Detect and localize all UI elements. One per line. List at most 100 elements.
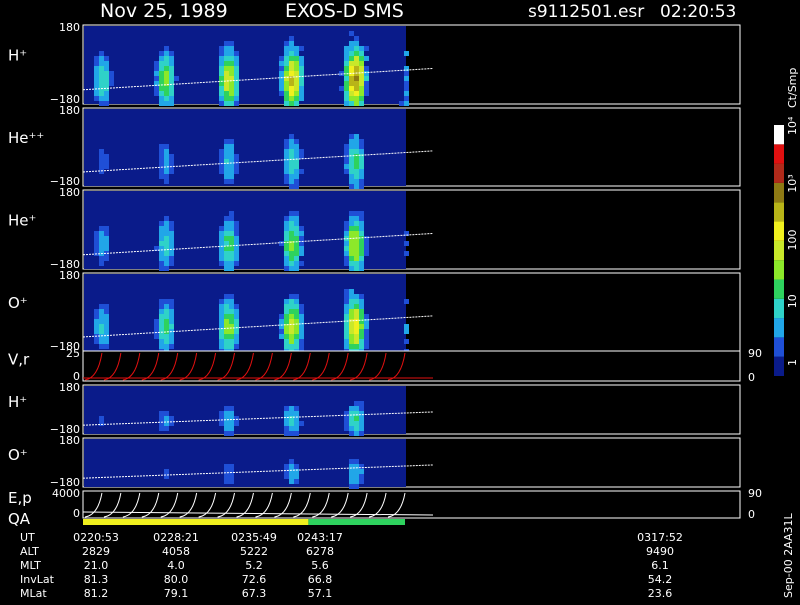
- spectrogram-cell: [354, 256, 359, 261]
- spectrogram-cell: [359, 226, 364, 231]
- spectrogram-cell: [359, 304, 364, 309]
- spectrogram-cell: [349, 216, 354, 221]
- spectrogram-cell: [164, 304, 169, 309]
- spectrogram-cell: [219, 46, 224, 51]
- spectrogram-cell: [289, 246, 294, 251]
- spectrogram-cell: [99, 324, 104, 329]
- spectrogram-cell: [344, 81, 349, 86]
- spectrogram-cell: [234, 416, 239, 421]
- spectrogram-cell: [344, 339, 349, 344]
- spectrogram-cell: [359, 411, 364, 416]
- spectrogram-cell: [284, 314, 289, 319]
- spectrogram-cell: [404, 241, 409, 246]
- spectrogram-cell: [359, 479, 364, 484]
- spectrogram-cell: [234, 304, 239, 309]
- spectrogram-cell: [219, 411, 224, 416]
- spectrogram-cell: [284, 246, 289, 251]
- spectrogram-cell: [294, 101, 299, 106]
- spectrogram-cell: [94, 66, 99, 71]
- panel-4: O⁺180−180: [8, 269, 741, 354]
- spectrogram-cell: [354, 91, 359, 96]
- spectrogram-cell: [219, 231, 224, 236]
- spectrogram-cell: [159, 91, 164, 96]
- spectrogram-cell: [229, 426, 234, 431]
- spectrogram-cell: [289, 459, 294, 464]
- spectrogram-cell: [349, 256, 354, 261]
- spectrogram-cell: [364, 86, 369, 91]
- spectrogram-cell: [349, 169, 354, 174]
- spectrogram-cell: [229, 231, 234, 236]
- spectrogram-cell: [344, 324, 349, 329]
- spectrogram-cell: [349, 469, 354, 474]
- spectrogram-cell: [164, 174, 169, 179]
- spectrogram-cell: [354, 246, 359, 251]
- spectrogram-cell: [289, 211, 294, 216]
- spectrogram-cell: [359, 159, 364, 164]
- panel-label: E,p: [8, 489, 32, 507]
- spectrogram-cell: [289, 319, 294, 324]
- spectrogram-cell: [299, 91, 304, 96]
- spectrogram-cell: [344, 421, 349, 426]
- spectrogram-cell: [164, 344, 169, 349]
- spectrogram-cell: [284, 101, 289, 106]
- spectrogram-cell: [234, 309, 239, 314]
- spectrogram-cell: [359, 56, 364, 61]
- spectrogram-cell: [219, 91, 224, 96]
- spectrogram-cell: [164, 51, 169, 56]
- table-cell: 4.0: [167, 559, 185, 572]
- spectrogram-cell: [234, 246, 239, 251]
- spectrogram-cell: [294, 329, 299, 334]
- spectrogram-cell: [159, 324, 164, 329]
- spectrogram-cell: [359, 169, 364, 174]
- spectrogram-cell: [349, 221, 354, 226]
- spectrogram-cell: [349, 294, 354, 299]
- spectrogram-cell: [349, 149, 354, 154]
- spectrogram-cell: [359, 51, 364, 56]
- spectrogram-cell: [99, 51, 104, 56]
- spectrogram-cell: [234, 236, 239, 241]
- panel-5: V,r 250900: [8, 347, 762, 384]
- spectrogram-cell: [219, 314, 224, 319]
- spectrogram-cell: [284, 221, 289, 226]
- spectrogram-cell: [164, 61, 169, 66]
- spectrogram-cell: [99, 231, 104, 236]
- spectrogram-cell: [164, 86, 169, 91]
- spectrogram-cell: [354, 241, 359, 246]
- qa-segment: [83, 519, 309, 525]
- spectrogram-cell: [159, 261, 164, 266]
- spectrogram-cell: [169, 236, 174, 241]
- spectrogram-cell: [229, 226, 234, 231]
- spectrogram-cell: [349, 61, 354, 66]
- spectrogram-cell: [364, 81, 369, 86]
- spectrogram-cell: [354, 139, 359, 144]
- spectrogram-cell: [159, 309, 164, 314]
- spectrogram-cell: [354, 159, 359, 164]
- panel-label: O⁺: [8, 294, 28, 312]
- spectrogram-cell: [164, 56, 169, 61]
- spectrogram-cell: [164, 251, 169, 256]
- panel-frame: [82, 350, 741, 382]
- spectrogram-cell: [234, 319, 239, 324]
- spectrogram-cell: [104, 314, 109, 319]
- table-cell: 57.1: [308, 587, 333, 600]
- spectrogram-cell: [169, 226, 174, 231]
- colorbar-swatch: [774, 318, 784, 338]
- spectrogram-cell: [159, 159, 164, 164]
- panel-label: He⁺: [8, 212, 36, 230]
- colorbar-title: Ct/Smp: [786, 68, 799, 108]
- spectrogram-cell: [359, 149, 364, 154]
- spectrogram-cell: [229, 266, 234, 271]
- spectrogram-cell: [99, 246, 104, 251]
- spectrogram-cell: [159, 144, 164, 149]
- spectrogram-cell: [159, 231, 164, 236]
- spectrogram-cell: [344, 294, 349, 299]
- spectrogram-cell: [289, 411, 294, 416]
- spectrogram-cell: [349, 406, 354, 411]
- spectrogram-cell: [104, 71, 109, 76]
- spectrogram-cell: [219, 164, 224, 169]
- spectrogram-cell: [354, 309, 359, 314]
- spectrogram-cell: [164, 324, 169, 329]
- spectrogram-cell: [284, 411, 289, 416]
- spectrogram-cell: [164, 334, 169, 339]
- spectrogram-cell: [404, 76, 409, 81]
